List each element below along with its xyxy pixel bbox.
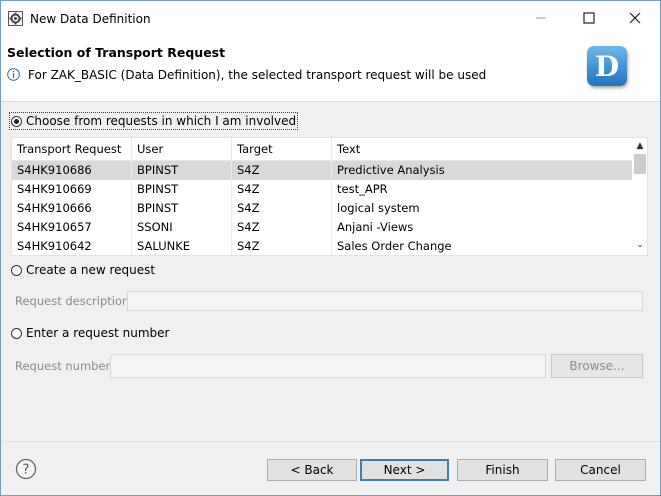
cell-transport-request: S4HK910642: [12, 237, 132, 255]
request-number-field[interactable]: [110, 354, 546, 378]
request-description-label: Request description:: [15, 294, 134, 308]
table-header: Transport Request User Target Text: [12, 138, 632, 161]
cell-user: SSONI: [132, 218, 232, 237]
maximize-button[interactable]: [569, 5, 609, 31]
data-definition-logo: D: [587, 46, 627, 86]
create-request-option[interactable]: Create a new request: [11, 263, 155, 277]
header-banner: Selection of Transport Request For ZAK_B…: [1, 35, 660, 102]
footer-divider: [1, 441, 660, 442]
cancel-button[interactable]: Cancel: [555, 459, 646, 481]
window-title: New Data Definition: [30, 12, 151, 26]
cell-text: Predictive Analysis: [337, 163, 445, 177]
help-glyph: ?: [23, 463, 30, 478]
table-row[interactable]: S4HK910642 SALUNKE S4Z Sales Order Chang…: [12, 237, 632, 255]
column-header-transport-request[interactable]: Transport Request: [12, 138, 132, 160]
back-button[interactable]: < Back: [267, 459, 357, 481]
cell-user: BPINST: [132, 161, 232, 180]
column-header-target[interactable]: Target: [232, 138, 332, 160]
choose-requests-radio[interactable]: [11, 115, 22, 127]
table-row[interactable]: S4HK910657 SSONI S4Z Anjani -Views: [12, 218, 632, 237]
request-number-label: Request number:: [15, 359, 114, 373]
table-row[interactable]: S4HK910686 BPINST S4Z Predictive Analysi…: [12, 161, 632, 180]
help-icon[interactable]: ?: [15, 458, 37, 480]
info-message: For ZAK_BASIC (Data Definition), the sel…: [28, 68, 487, 82]
cell-user: BPINST: [132, 180, 232, 199]
cell-target: S4Z: [232, 180, 332, 199]
choose-requests-option[interactable]: Choose from requests in which I am invol…: [8, 112, 299, 130]
cell-transport-request: S4HK910686: [12, 161, 132, 180]
table-row[interactable]: S4HK910669 BPINST S4Z test_APR: [12, 180, 632, 199]
choose-requests-label: Choose from requests in which I am invol…: [26, 114, 297, 128]
cell-transport-request: S4HK910666: [12, 199, 132, 218]
request-description-field[interactable]: [127, 291, 643, 311]
scroll-up-icon[interactable]: ▲: [633, 140, 647, 152]
close-icon: [629, 12, 641, 24]
cell-target: S4Z: [232, 218, 332, 237]
table-vertical-scrollbar[interactable]: ▲ ⌄: [633, 138, 647, 255]
cell-target: S4Z: [232, 199, 332, 218]
minimize-button[interactable]: [521, 5, 561, 31]
cell-text: Anjani -Views: [337, 220, 414, 234]
cell-user: BPINST: [132, 199, 232, 218]
scroll-down-icon[interactable]: ⌄: [633, 239, 647, 251]
page-title: Selection of Transport Request: [7, 45, 226, 60]
cell-text: Sales Order Change: [337, 239, 452, 253]
cell-target: S4Z: [232, 237, 332, 255]
enter-request-number-option[interactable]: Enter a request number: [11, 326, 169, 340]
column-header-user[interactable]: User: [132, 138, 232, 160]
enter-request-number-label: Enter a request number: [26, 326, 170, 340]
dialog-window: New Data Definition Selection of Transpo…: [0, 0, 661, 496]
cell-transport-request: S4HK910657: [12, 218, 132, 237]
cell-target: S4Z: [232, 161, 332, 180]
cell-user: SALUNKE: [132, 237, 232, 255]
table-row[interactable]: S4HK910666 BPINST S4Z logical system: [12, 199, 632, 218]
title-bar: New Data Definition: [1, 1, 660, 35]
cell-text: test_APR: [337, 182, 388, 196]
create-request-label: Create a new request: [26, 263, 156, 277]
close-button[interactable]: [615, 5, 655, 31]
create-request-radio[interactable]: [11, 264, 22, 276]
cell-text: logical system: [337, 201, 420, 215]
finish-button[interactable]: Finish: [457, 459, 548, 481]
browse-button[interactable]: Browse...: [551, 354, 643, 378]
maximize-icon: [583, 12, 595, 24]
cell-transport-request: S4HK910669: [12, 180, 132, 199]
transport-request-table: Transport Request User Target Text S4HK9…: [11, 137, 648, 256]
info-icon: [7, 68, 20, 81]
enter-request-number-radio[interactable]: [11, 327, 22, 339]
scroll-thumb[interactable]: [634, 154, 646, 174]
next-button[interactable]: Next >: [360, 459, 449, 481]
gear-app-icon: [8, 11, 23, 26]
column-header-text[interactable]: Text: [332, 138, 632, 160]
minimize-icon: [536, 17, 546, 19]
